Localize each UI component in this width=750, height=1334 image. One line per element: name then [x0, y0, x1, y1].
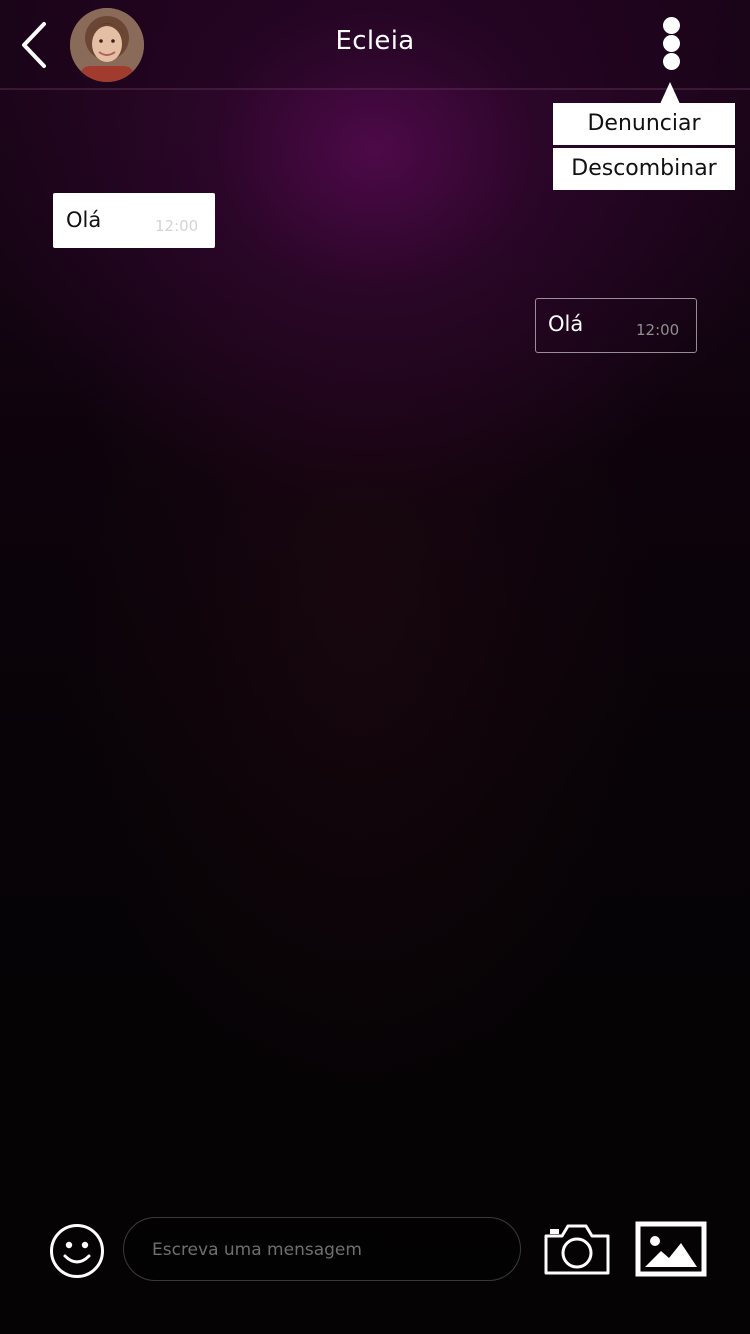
message-time: 12:00 — [155, 217, 199, 235]
more-options-button[interactable] — [650, 14, 694, 74]
menu-item-report[interactable]: Denunciar — [553, 103, 735, 145]
outgoing-message-bubble: Olá 12:00 — [535, 298, 697, 353]
emoji-button[interactable] — [48, 1222, 106, 1280]
message-text: Olá — [66, 208, 102, 232]
message-input[interactable] — [150, 1218, 504, 1282]
avatar[interactable] — [70, 8, 144, 82]
smiley-icon — [50, 1224, 104, 1278]
gallery-button[interactable] — [635, 1221, 707, 1277]
incoming-message-bubble: Olá 12:00 — [53, 193, 215, 248]
camera-icon — [544, 1224, 610, 1275]
message-input-container — [123, 1217, 521, 1282]
chevron-left-icon — [22, 22, 46, 68]
chat-title: Ecleia — [335, 26, 415, 56]
menu-item-unmatch[interactable]: Descombinar — [553, 148, 735, 190]
menu-pointer — [660, 82, 680, 104]
back-button[interactable] — [14, 18, 58, 72]
chat-header: Ecleia — [0, 0, 750, 90]
camera-button[interactable] — [542, 1220, 612, 1278]
message-text: Olá — [548, 312, 584, 336]
image-icon — [635, 1221, 707, 1277]
message-time: 12:00 — [636, 321, 680, 339]
